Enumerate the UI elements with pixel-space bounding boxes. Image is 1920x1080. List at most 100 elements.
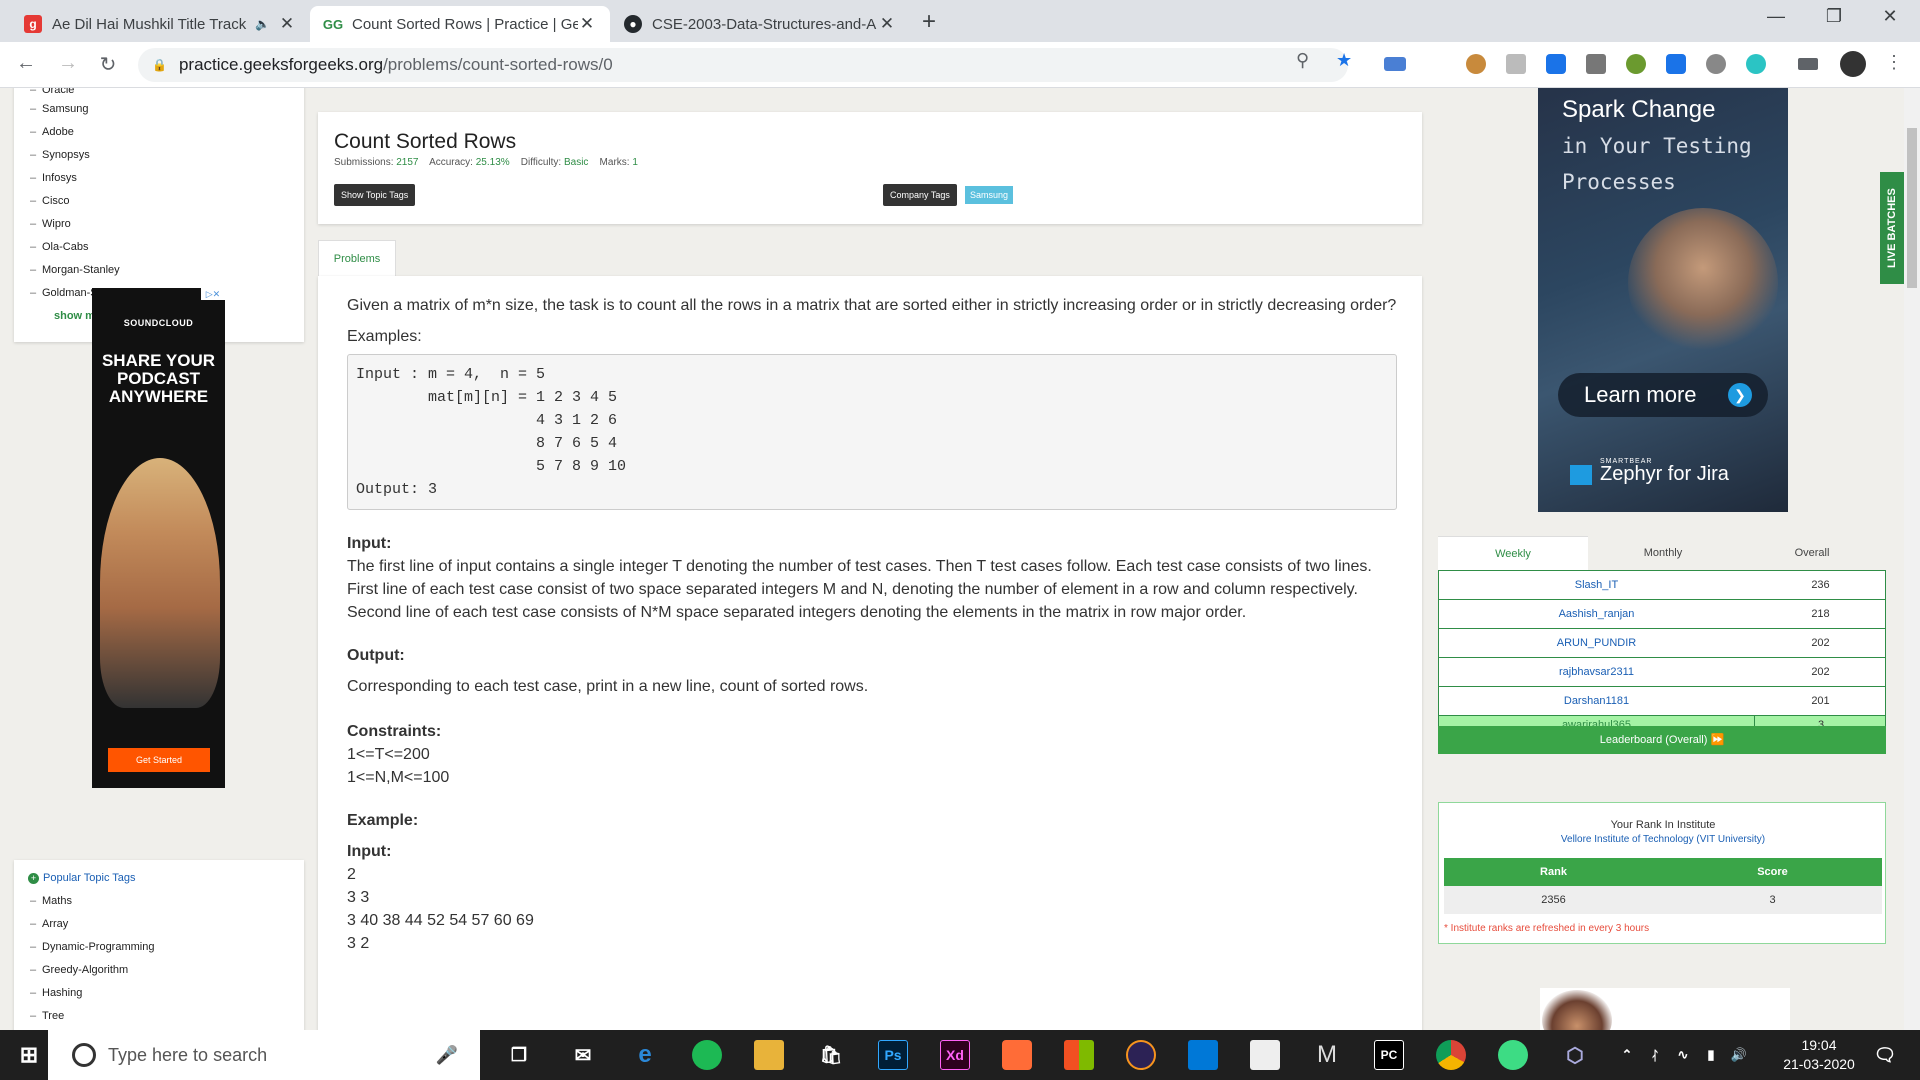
office-icon[interactable] <box>1064 1040 1094 1070</box>
scrollbar-thumb[interactable] <box>1907 128 1917 288</box>
edge-icon[interactable]: e <box>630 1040 660 1070</box>
topic-item[interactable]: Maths <box>14 890 304 913</box>
adobe-xd-icon[interactable]: Xd <box>940 1040 970 1070</box>
taskbar-search[interactable]: Type here to search 🎤 <box>48 1030 480 1080</box>
topic-item[interactable]: Hashing <box>14 982 304 1005</box>
tab-problems[interactable]: Problems <box>318 240 396 276</box>
page-scrollbar[interactable] <box>1904 88 1920 1030</box>
institute-link[interactable]: Vellore Institute of Technology (VIT Uni… <box>1439 834 1887 845</box>
back-icon[interactable]: ← <box>12 52 40 75</box>
pycharm-icon[interactable]: PC <box>1374 1040 1404 1070</box>
close-tab-icon[interactable]: ✕ <box>878 14 896 34</box>
zephyr-ad[interactable]: Spark Change in Your Testing Processes L… <box>1538 88 1788 512</box>
zoom-icon[interactable]: ⚲ <box>1296 50 1309 71</box>
show-topic-tags-button[interactable]: Show Topic Tags <box>334 184 416 206</box>
grammar-extension-icon[interactable] <box>1626 54 1646 74</box>
media-control-icon[interactable] <box>1798 58 1818 70</box>
task-view-icon[interactable]: ❒ <box>504 1040 534 1070</box>
company-item[interactable]: Ola-Cabs <box>14 236 304 259</box>
camera-extension-icon[interactable] <box>1586 54 1606 74</box>
topic-item[interactable]: Array <box>14 913 304 936</box>
rank-refresh-note: * Institute ranks are refreshed in every… <box>1444 923 1650 934</box>
close-tab-icon[interactable]: ✕ <box>278 14 296 34</box>
user-link[interactable]: Slash_IT <box>1439 571 1754 600</box>
keyboard-extension-icon[interactable] <box>1384 57 1406 71</box>
volume-icon[interactable]: 🔊 <box>1724 1040 1754 1070</box>
menu-kebab-icon[interactable]: ⋮ <box>1880 52 1908 73</box>
show-hidden-icons[interactable]: ⌃ <box>1612 1040 1642 1070</box>
notifications-icon[interactable]: 🗨 <box>1870 1040 1900 1070</box>
company-tag-samsung[interactable]: Samsung <box>965 186 1014 204</box>
close-window-button[interactable]: ✕ <box>1870 6 1910 27</box>
profile-extension-icon[interactable] <box>1746 54 1766 74</box>
bookmark-star-icon[interactable]: ★ <box>1336 50 1352 71</box>
tab-monthly[interactable]: Monthly <box>1588 536 1738 570</box>
company-item[interactable]: Morgan-Stanley <box>14 259 304 282</box>
file-explorer-icon[interactable] <box>754 1040 784 1070</box>
battery-icon[interactable]: ▮ <box>1696 1040 1726 1070</box>
company-item[interactable]: Synopsys <box>14 144 304 167</box>
microphone-icon[interactable]: 🎤 <box>436 1030 458 1080</box>
matlab-icon[interactable]: M <box>1312 1040 1342 1070</box>
company-item[interactable]: Cisco <box>14 190 304 213</box>
bottom-ad[interactable] <box>1540 988 1790 1030</box>
address-bar[interactable]: 🔒 practice.geeksforgeeks.org/problems/co… <box>138 48 1348 82</box>
close-tab-icon[interactable]: ✕ <box>578 14 596 34</box>
virtualbox-icon[interactable]: ⬡ <box>1560 1040 1590 1070</box>
android-studio-icon[interactable] <box>1498 1040 1528 1070</box>
forward-icon[interactable]: → <box>54 52 82 75</box>
store-icon[interactable]: 🛍 <box>816 1040 846 1070</box>
eclipse-icon[interactable] <box>1126 1040 1156 1070</box>
reload-icon[interactable]: ↻ <box>94 52 122 77</box>
ad-choices-icon[interactable]: ▷✕ <box>201 288 225 300</box>
popular-topics-title[interactable]: + Popular Topic Tags <box>14 860 304 890</box>
live-batches-tab[interactable]: LIVE BATCHES <box>1880 172 1904 284</box>
new-tab-button[interactable]: + <box>922 8 936 36</box>
soundcloud-ad[interactable]: ▷✕ SOUNDCLOUD SHARE YOUR PODCAST ANYWHER… <box>92 288 225 788</box>
spotify-icon[interactable] <box>692 1040 722 1070</box>
wifi-icon[interactable]: ∿ <box>1668 1040 1698 1070</box>
company-item[interactable]: Oracle <box>14 88 304 98</box>
chrome-icon[interactable] <box>1436 1040 1466 1070</box>
photoshop-icon[interactable]: Ps <box>878 1040 908 1070</box>
mail-icon[interactable]: ✉ <box>568 1040 598 1070</box>
learn-more-button[interactable]: Learn more ❯ <box>1558 373 1768 417</box>
company-item[interactable]: Infosys <box>14 167 304 190</box>
copy-extension-icon[interactable] <box>1506 54 1526 74</box>
user-link[interactable]: Aashish_ranjan <box>1439 600 1754 629</box>
shield-extension-icon[interactable] <box>1546 54 1566 74</box>
minimize-button[interactable]: — <box>1756 6 1796 27</box>
bluetooth-icon[interactable]: ᛮ <box>1640 1040 1670 1070</box>
company-item[interactable]: Samsung <box>14 98 304 121</box>
maximize-button[interactable]: ❐ <box>1814 6 1854 27</box>
difficulty-value[interactable]: Basic <box>564 157 588 168</box>
company-item[interactable]: Wipro <box>14 213 304 236</box>
browser-tab-github[interactable]: ● CSE-2003-Data-Structures-and-A ✕ <box>610 6 910 42</box>
example-input-line: 2 <box>347 866 356 883</box>
topic-item[interactable]: Dynamic-Programming <box>14 936 304 959</box>
leaderboard-overall-button[interactable]: Leaderboard (Overall) ⏩ <box>1438 726 1886 754</box>
tab-overall[interactable]: Overall <box>1738 536 1886 570</box>
user-link[interactable]: Darshan1181 <box>1439 687 1754 716</box>
tab-weekly[interactable]: Weekly <box>1438 536 1588 570</box>
browser-tab-music[interactable]: g Ae Dil Hai Mushkil Title Track 🔈 ✕ <box>10 6 310 42</box>
system-clock[interactable]: 19:04 21-03-2020 <box>1774 1036 1864 1074</box>
company-tags-button[interactable]: Company Tags <box>883 184 957 206</box>
link-extension-icon[interactable] <box>1706 54 1726 74</box>
audio-playing-icon[interactable]: 🔈 <box>255 17 270 31</box>
user-link[interactable]: rajbhavsar2311 <box>1439 658 1754 687</box>
python-idle-icon[interactable] <box>1250 1040 1280 1070</box>
avatar[interactable] <box>1840 51 1866 77</box>
cortana-icon <box>72 1043 96 1067</box>
windows-start-icon[interactable]: ⊞ <box>14 1040 44 1070</box>
ad-get-started-button[interactable]: Get Started <box>108 748 210 772</box>
vscode-icon[interactable] <box>1188 1040 1218 1070</box>
user-link[interactable]: ARUN_PUNDIR <box>1439 629 1754 658</box>
cookie-extension-icon[interactable] <box>1466 54 1486 74</box>
topic-item[interactable]: Greedy-Algorithm <box>14 959 304 982</box>
company-item[interactable]: Adobe <box>14 121 304 144</box>
topic-item[interactable]: Tree <box>14 1005 304 1028</box>
browser-tab-active[interactable]: GG Count Sorted Rows | Practice | Ge ✕ <box>310 6 610 42</box>
vpn-extension-icon[interactable] <box>1666 54 1686 74</box>
sublime-icon[interactable] <box>1002 1040 1032 1070</box>
